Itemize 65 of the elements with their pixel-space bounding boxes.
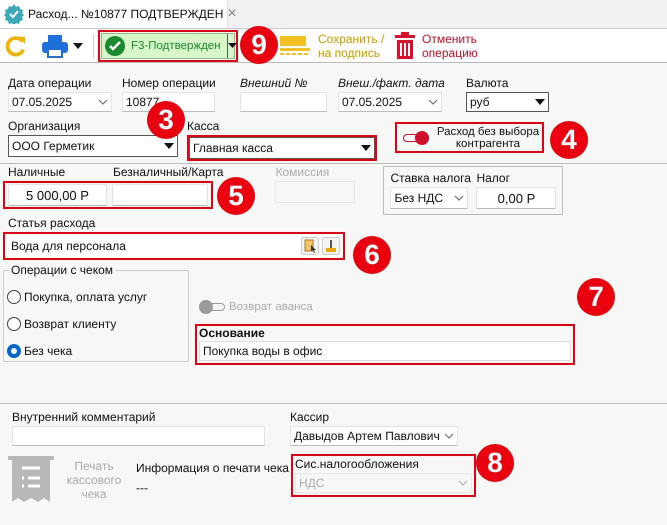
tab-title: Расход... №10877 ПОДТВЕРЖДЕН [28,7,224,21]
step-number-badge: 9 [240,26,278,64]
trash-icon [394,32,416,60]
radio-option[interactable]: Без чека [7,337,188,364]
date-field[interactable]: 07.05.2025 [338,92,442,112]
select-icon[interactable] [301,237,319,255]
chevron-down-icon[interactable] [454,195,464,201]
caret-down-icon[interactable] [535,99,545,105]
caret-down-icon[interactable] [73,42,83,48]
toggle-switch[interactable] [403,130,429,144]
field-label: Ставка налога [390,170,471,187]
cancel-button[interactable]: Отменить операцию [394,32,492,60]
check-icon [105,36,125,56]
field-label: Внеш./факт. дата [338,75,445,92]
field-label: Основание [199,326,266,341]
toggle-label: Расход без выбора контрагента [436,126,540,150]
input-field[interactable]: Покупка воды в офис [199,341,571,361]
printer-icon[interactable] [41,34,69,58]
step-number-badge: 6 [353,236,391,274]
clear-icon[interactable] [322,237,340,255]
caret-down-icon[interactable] [361,145,371,151]
caret-down-icon[interactable] [228,43,237,48]
field-label: Наличные [8,164,66,181]
input-field[interactable] [240,92,327,112]
chevron-down-icon[interactable] [98,99,108,105]
currency-select[interactable]: руб [466,92,549,112]
chevron-down-icon [458,480,468,486]
chevron-down-icon[interactable] [428,99,438,105]
field-label: Внутренний комментарий [12,409,156,426]
input-field[interactable]: 0,00 Р [476,187,556,209]
step-number-badge: 4 [550,121,588,159]
step-number-badge: 5 [217,177,255,215]
tax-rate-select[interactable]: Без НДС [390,187,468,209]
print-info-value: --- [136,481,149,495]
field-label: Сис.налогообложения [295,456,420,473]
amount-field[interactable]: 5 000,00 Р [8,184,107,206]
field-label: Кассир [290,409,330,426]
field-label: Комиссия [275,164,330,181]
organization-select[interactable]: ООО Герметик [8,135,178,157]
comment-field[interactable] [12,426,265,446]
radio-option[interactable]: Возврат клиенту [7,310,188,337]
field-label: Информация о печати чека [136,460,289,477]
amount-field[interactable] [112,184,208,206]
save-icon [278,34,312,58]
field-label: Валюта [466,75,508,92]
group-title: Операции с чеком [9,263,116,277]
field-label: Касса [187,118,220,135]
chevron-down-icon[interactable] [444,433,454,439]
field-label: Налог [476,170,510,187]
date-field[interactable]: 07.05.2025 [8,92,112,112]
radio-option[interactable]: Покупка, оплата услуг [7,283,188,310]
field-label: Дата операции [8,75,92,92]
step-number-badge: 7 [577,278,615,316]
confirm-button[interactable]: F3-Подтвержден [101,32,235,58]
cashier-select[interactable]: Давыдов Артем Павлович [290,426,458,446]
field-label: Номер операции [122,75,216,92]
receipt-icon [8,454,54,502]
step-number-badge: 8 [476,444,514,482]
field-label: Статья расхода [8,215,96,232]
caret-down-icon[interactable] [164,143,174,149]
toggle-label: Возврат аванса [229,301,313,313]
cash-desk-select[interactable]: Главная касса [189,137,375,159]
gear-icon [4,4,24,24]
field-label: Внешний № [240,75,308,92]
field-label: Организация [8,118,80,135]
